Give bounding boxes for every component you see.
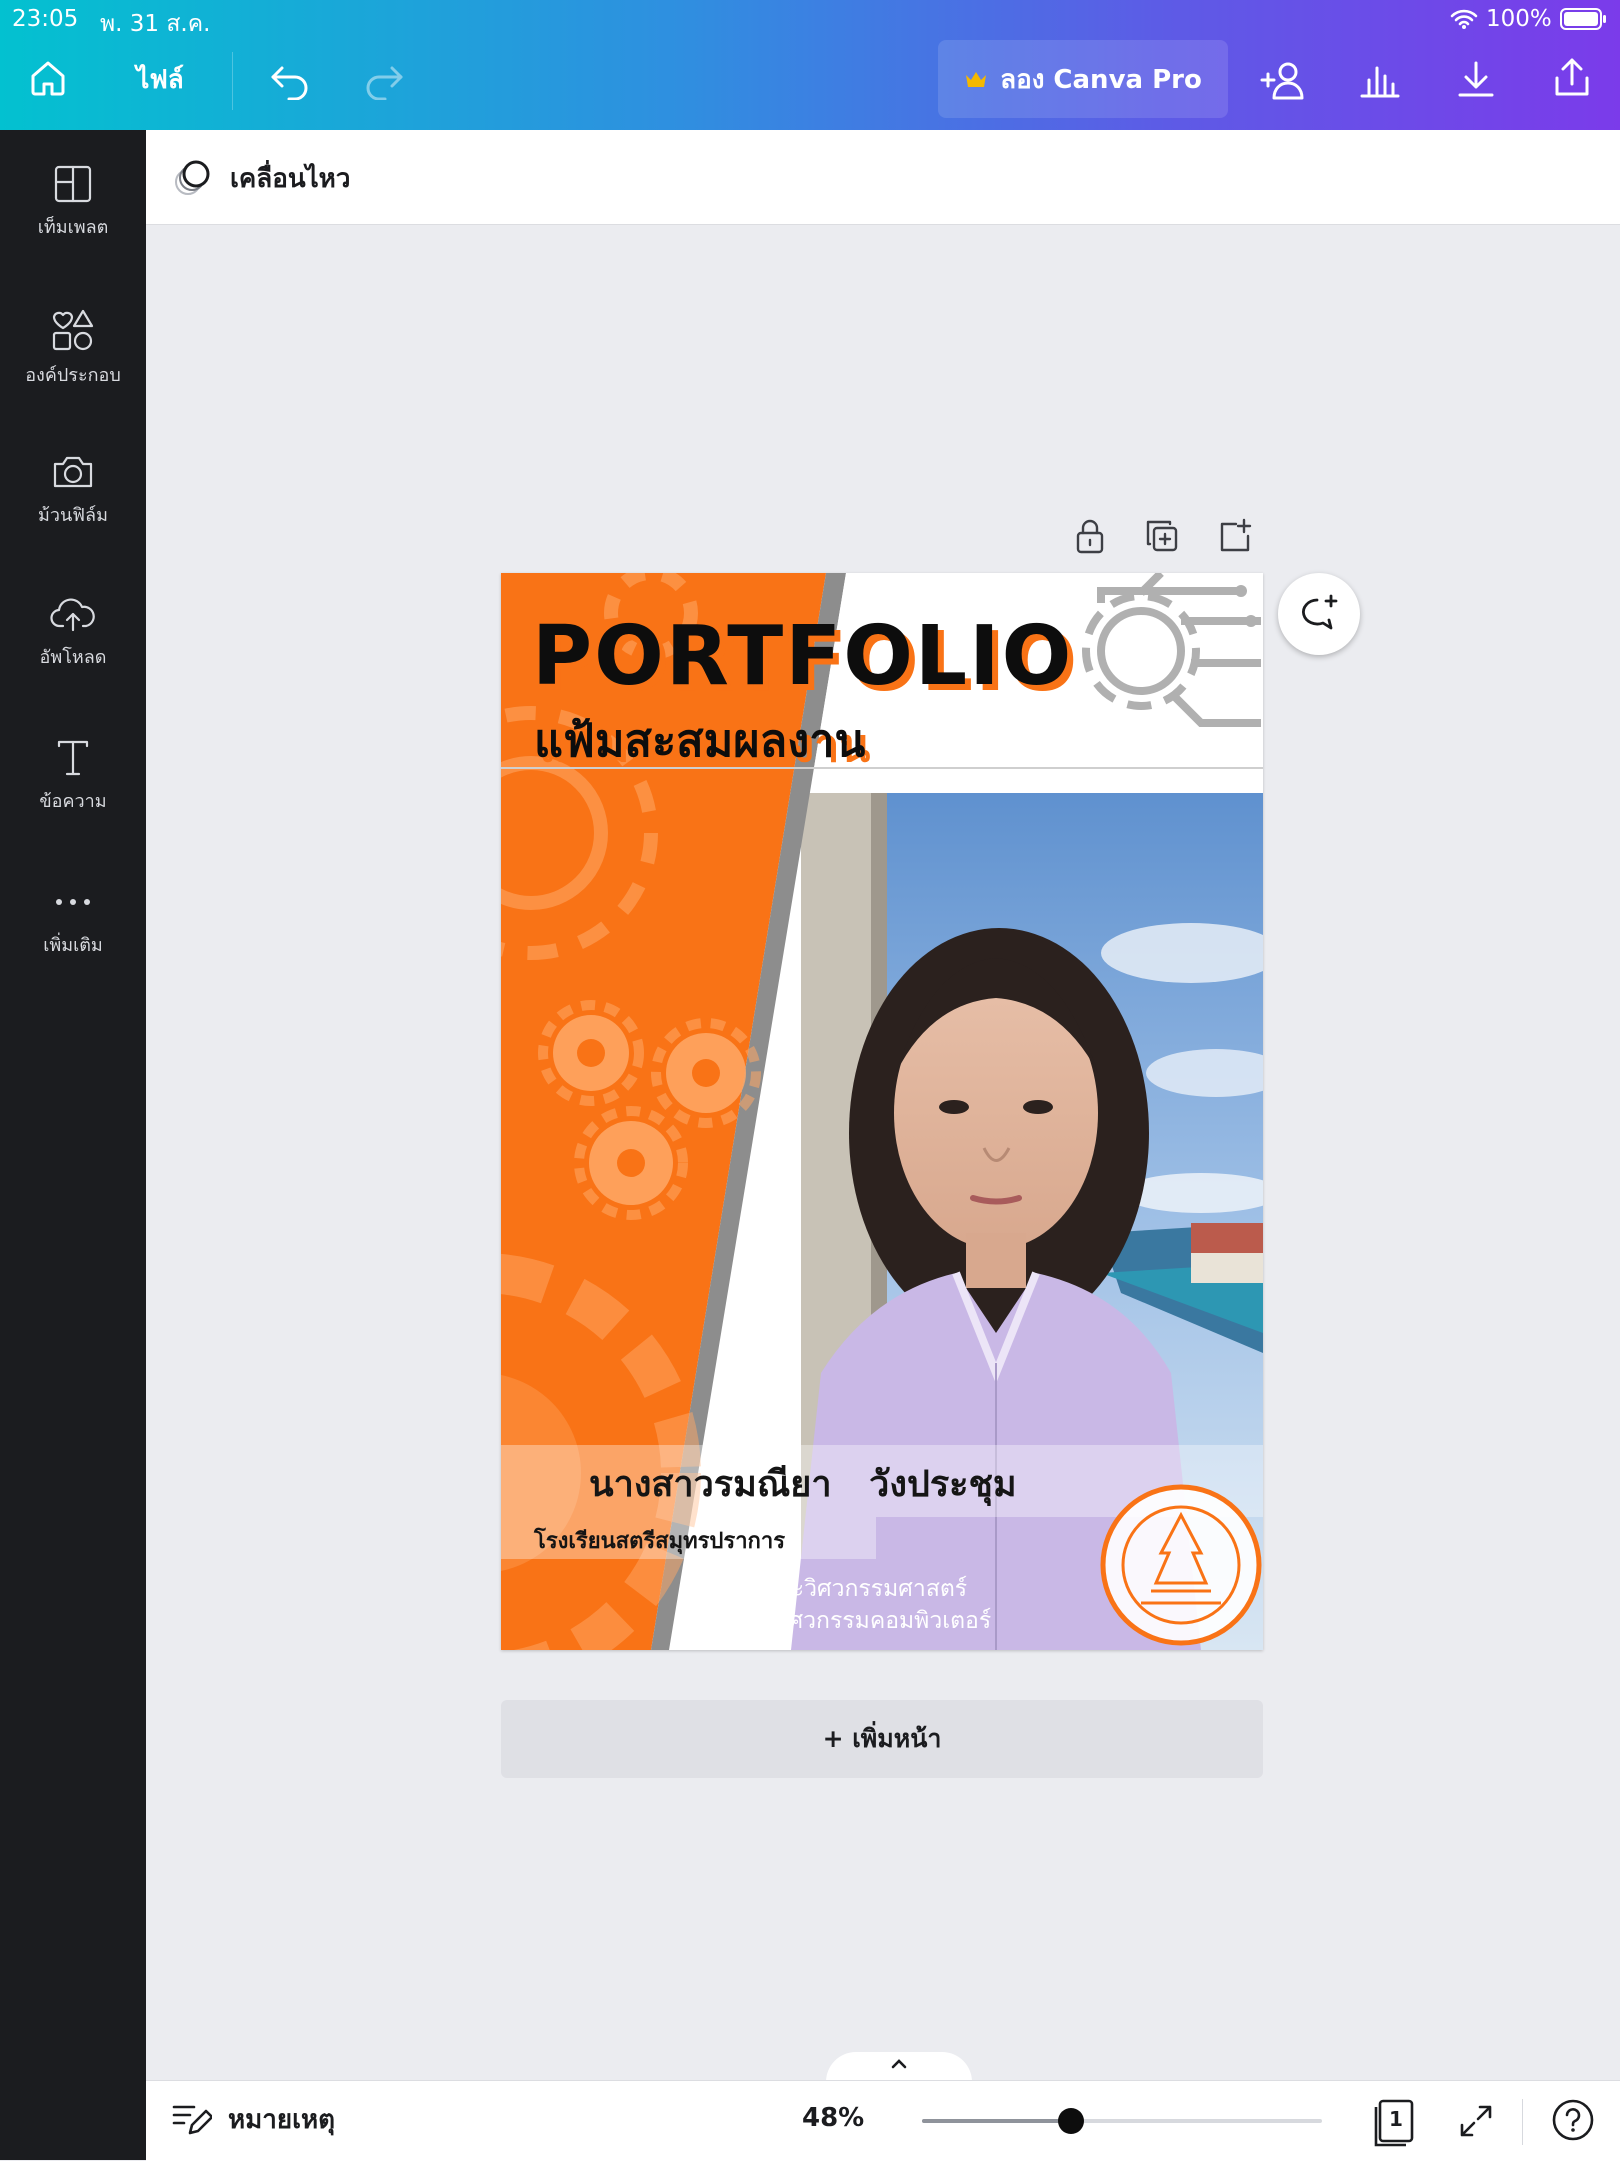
chevron-up-icon: [891, 2059, 907, 2069]
sidebar-item-text[interactable]: ข้อความ: [0, 738, 146, 858]
fullscreen-button[interactable]: [1454, 2099, 1498, 2143]
design-name[interactable]: นางสาวรมณียา วังประชุม: [589, 1455, 1017, 1512]
bar-chart-icon: [1360, 66, 1400, 98]
notes-pencil-icon: [172, 2105, 212, 2134]
bottom-bar: หมายเหตุ 48% 1: [146, 2080, 1620, 2161]
elements-icon: [52, 309, 94, 351]
sidebar-item-templates[interactable]: เท็มเพลต: [0, 164, 146, 284]
home-button[interactable]: [20, 50, 76, 106]
redo-icon: [366, 66, 403, 100]
help-icon: [1552, 2099, 1594, 2141]
zoom-slider[interactable]: [922, 2108, 1322, 2134]
notes-label: หมายเหตุ: [228, 2105, 336, 2135]
status-date: พ. 31 ส.ค.: [100, 11, 211, 37]
zoom-percent[interactable]: 48%: [802, 2103, 864, 2133]
status-time: 23:05: [12, 6, 79, 32]
sidebar-item-camera-roll[interactable]: ม้วนฟิล์ม: [0, 452, 146, 572]
download-icon: [1458, 61, 1494, 97]
design-school[interactable]: โรงเรียนสตรีสมุทรปราการ: [534, 1523, 785, 1558]
expand-icon: [1460, 2105, 1492, 2137]
design-page[interactable]: PORTFOLIO PORTFOLIO แฟ้มสะสมผลงาน แฟ้มสะ…: [501, 573, 1263, 1650]
add-page-icon-button[interactable]: [1210, 512, 1258, 560]
add-page-button[interactable]: + เพิ่มหน้า: [501, 1700, 1263, 1778]
undo-button[interactable]: [262, 52, 318, 108]
lock-icon: [1076, 519, 1104, 554]
sidebar-item-elements[interactable]: องค์ประกอบ: [0, 308, 146, 428]
page-count: 1: [1389, 2107, 1403, 2131]
zoom-slider-thumb[interactable]: [1058, 2108, 1084, 2134]
try-canva-pro-button[interactable]: ลอง Canva Pro: [938, 40, 1228, 118]
animate-icon: [175, 160, 210, 195]
wifi-icon: [1450, 9, 1478, 29]
add-page-icon: [1220, 518, 1252, 552]
help-button[interactable]: [1550, 2097, 1596, 2143]
status-right: 100%: [1450, 6, 1608, 32]
redo-button[interactable]: [356, 52, 412, 108]
share-button[interactable]: [1544, 50, 1600, 106]
design-major[interactable]: สาขาวิศวกรรมคอมพิวเตอร์: [720, 1603, 991, 1639]
lock-page-button[interactable]: [1066, 512, 1114, 560]
upload-cloud-icon: [50, 598, 95, 632]
design-subtitle[interactable]: แฟ้มสะสมผลงาน: [534, 704, 865, 776]
options-bar: เคลื่อนไหว: [146, 130, 1620, 225]
crown-icon: [966, 72, 987, 87]
share-people-button[interactable]: [1254, 52, 1314, 108]
try-canva-pro-label: ลอง Canva Pro: [1000, 64, 1202, 95]
sidebar-item-label: ข้อความ: [39, 791, 107, 812]
battery-icon: [1559, 8, 1606, 30]
toolbar-divider: [232, 52, 233, 110]
top-toolbar: 23:05 พ. 31 ส.ค. 100% ไฟล์ ลอง Canva Pro: [0, 0, 1620, 130]
sidebar-item-label: เท็มเพลต: [37, 217, 109, 238]
sidebar-item-more[interactable]: เพิ่มเติม: [0, 882, 146, 1002]
left-sidebar: เท็มเพลต องค์ประกอบ ม้วนฟิล์ม อัพโหลด ข้…: [0, 130, 146, 2160]
sidebar-item-uploads[interactable]: อัพโหลด: [0, 594, 146, 714]
home-icon: [31, 61, 65, 96]
battery-percent: 100%: [1486, 6, 1552, 32]
more-icon: [56, 899, 90, 905]
duplicate-page-button[interactable]: [1138, 512, 1186, 560]
animate-button[interactable]: [168, 154, 216, 202]
download-button[interactable]: [1448, 52, 1504, 108]
page-count-button[interactable]: 1: [1370, 2095, 1418, 2147]
add-comment-button[interactable]: [1278, 573, 1360, 655]
template-icon: [54, 165, 92, 203]
pages-drawer-handle[interactable]: [826, 2052, 972, 2082]
undo-icon: [271, 66, 308, 100]
file-menu-button[interactable]: ไฟล์: [120, 54, 200, 104]
animate-label[interactable]: เคลื่อนไหว: [230, 158, 350, 199]
notes-button[interactable]: หมายเหตุ: [172, 2099, 335, 2140]
sidebar-item-label: อัพโหลด: [39, 647, 107, 668]
add-comment-icon: [1302, 594, 1338, 630]
insights-button[interactable]: [1352, 52, 1408, 108]
design-title[interactable]: PORTFOLIO: [532, 609, 1073, 704]
design-faculty[interactable]: คณะวิศวกรรมศาสตร์: [755, 1571, 967, 1607]
text-icon: [57, 740, 89, 776]
add-people-icon: [1260, 62, 1304, 100]
sidebar-item-label: ม้วนฟิล์ม: [38, 505, 108, 526]
share-upload-icon: [1555, 58, 1589, 96]
zoom-slider-fill: [922, 2119, 1071, 2123]
sidebar-item-label: องค์ประกอบ: [25, 365, 121, 386]
duplicate-icon: [1146, 520, 1178, 552]
bottom-divider: [1522, 2099, 1523, 2145]
sidebar-item-label: เพิ่มเติม: [43, 935, 103, 956]
camera-icon: [53, 456, 93, 488]
